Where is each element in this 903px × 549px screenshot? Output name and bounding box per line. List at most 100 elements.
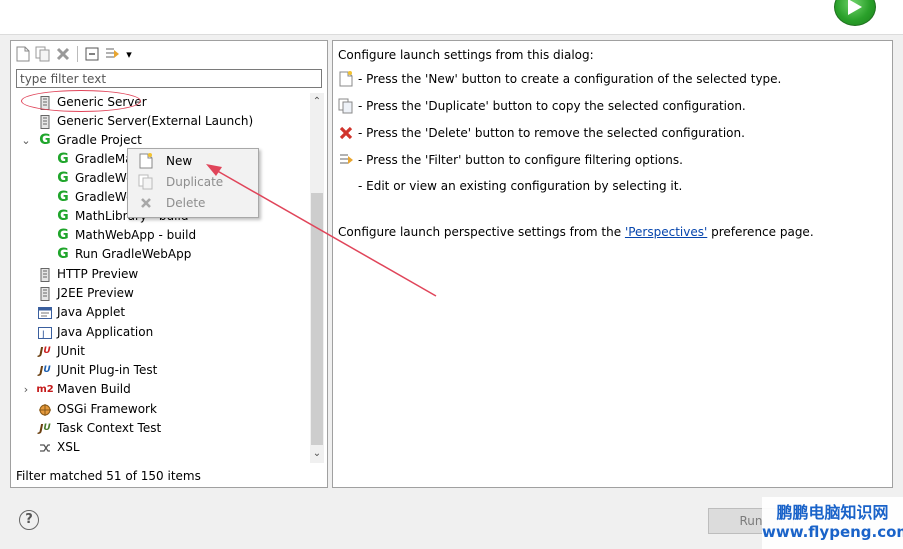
filter-icon[interactable]	[104, 46, 120, 62]
info-text: - Press the 'Delete' button to remove th…	[358, 126, 745, 140]
context-menu-duplicate[interactable]: Duplicate	[128, 172, 258, 192]
gradle-icon: G	[57, 227, 69, 243]
new-config-icon	[138, 153, 154, 169]
perspectives-prefix: Configure launch perspective settings fr…	[338, 225, 625, 239]
tree-item-label: JUnit	[57, 344, 85, 358]
new-config-icon[interactable]	[15, 46, 31, 62]
tree-item-label: HTTP Preview	[57, 267, 139, 281]
config-toolbar: ▾	[15, 44, 134, 64]
maven-icon: m2	[36, 384, 54, 395]
tree-item-junit[interactable]: JU JUnit	[37, 342, 85, 361]
tree-item-junit-plugin-test[interactable]: JU JUnit Plug-in Test	[37, 361, 157, 380]
info-text: - Press the 'Filter' button to configure…	[358, 153, 683, 167]
delete-config-icon[interactable]	[55, 46, 71, 62]
tree-item-java-application[interactable]: J Java Application	[37, 323, 153, 342]
gradle-icon: G	[57, 246, 69, 262]
context-menu-label: Duplicate	[166, 175, 224, 189]
info-intro: Configure launch settings from this dial…	[338, 48, 594, 62]
tree-item-label: OSGi Framework	[57, 402, 157, 416]
tree-item-osgi-framework[interactable]: OSGi Framework	[37, 400, 157, 419]
tree-item-java-applet[interactable]: Java Applet	[37, 303, 125, 322]
tree-item-label: MathWebApp - build	[75, 228, 197, 242]
tree-item-gradle-child[interactable]: G GradleWe	[55, 188, 133, 207]
xsl-icon	[37, 440, 53, 456]
gradle-icon: G	[57, 170, 69, 186]
duplicate-config-icon[interactable]	[35, 46, 51, 62]
tree-item-xsl[interactable]: XSL	[37, 438, 80, 457]
top-banner	[0, 0, 903, 35]
watermark-line2: www.flypeng.com	[762, 523, 903, 541]
watermark-line1: 鹏鹏电脑知识网	[776, 503, 889, 522]
expand-toggle-icon[interactable]: ⌄	[21, 131, 31, 150]
info-edit-line: - Edit or view an existing configuration…	[358, 179, 683, 193]
tree-item-gradle-child[interactable]: G GradleMa	[55, 150, 133, 169]
tree-item-label: Run GradleWebApp	[75, 247, 192, 261]
info-delete-line: - Press the 'Delete' button to remove th…	[338, 125, 745, 141]
filter-input[interactable]	[16, 69, 322, 88]
context-menu-label: New	[166, 154, 193, 168]
toolbar-separator	[77, 46, 78, 62]
java-app-icon: J	[37, 325, 53, 341]
tree-item-maven-build[interactable]: m2 Maven Build	[36, 380, 131, 399]
collapse-all-icon[interactable]	[84, 46, 100, 62]
site-watermark: 鹏鹏电脑知识网 www.flypeng.com	[762, 497, 903, 549]
scroll-down-icon[interactable]: ⌄	[310, 447, 324, 461]
tree-item-label: Generic Server(External Launch)	[57, 114, 254, 128]
scroll-thumb[interactable]	[311, 193, 323, 445]
info-new-line: - Press the 'New' button to create a con…	[338, 71, 781, 87]
server-icon	[37, 267, 53, 283]
tree-item-run-gradlewebapp[interactable]: G Run GradleWebApp	[55, 245, 191, 264]
filter-status: Filter matched 51 of 150 items	[16, 469, 201, 483]
info-filter-line: - Press the 'Filter' button to configure…	[338, 152, 683, 168]
server-icon	[37, 114, 53, 130]
info-text: - Press the 'Duplicate' button to copy t…	[358, 99, 746, 113]
delete-config-icon	[138, 195, 154, 211]
tree-item-label: GradleWe	[75, 190, 134, 204]
tree-item-label: Task Context Test	[57, 421, 162, 435]
svg-text:J: J	[41, 330, 45, 340]
tree-item-label: Maven Build	[57, 382, 131, 396]
launch-info-panel: Configure launch settings from this dial…	[332, 40, 893, 488]
tree-item-label: JUnit Plug-in Test	[57, 363, 158, 377]
tree-item-label: J2EE Preview	[57, 286, 134, 300]
gradle-icon: G	[39, 132, 51, 148]
tree-item-label: XSL	[57, 440, 80, 454]
tree-item-http-preview[interactable]: HTTP Preview	[37, 265, 138, 284]
junit-icon: JU	[39, 345, 51, 358]
osgi-icon	[37, 402, 53, 418]
java-applet-icon	[37, 305, 53, 321]
filter-icon	[338, 152, 354, 168]
perspectives-link[interactable]: 'Perspectives'	[625, 225, 707, 239]
tree-item-mathwebapp-build[interactable]: G MathWebApp - build	[55, 226, 196, 245]
gradle-icon: G	[57, 208, 69, 224]
expand-toggle-icon[interactable]: ›	[21, 380, 31, 399]
context-menu: New Duplicate Delete	[127, 148, 259, 218]
junit-icon: JU	[39, 422, 51, 435]
duplicate-config-icon	[138, 174, 154, 190]
tree-item-j2ee-preview[interactable]: J2EE Preview	[37, 284, 134, 303]
new-config-icon	[338, 71, 354, 87]
delete-config-icon	[338, 125, 354, 141]
gradle-icon: G	[57, 189, 69, 205]
annotation-oval	[21, 90, 141, 112]
tree-item-task-context-test[interactable]: JU Task Context Test	[37, 419, 161, 438]
help-button[interactable]: ?	[19, 510, 39, 530]
tree-item-label: GradleWe	[75, 171, 134, 185]
junit-plugin-icon: JU	[39, 364, 51, 377]
tree-item-label: Java Application	[57, 325, 154, 339]
tree-item-generic-server-external[interactable]: Generic Server(External Launch)	[37, 112, 253, 131]
perspectives-line: Configure launch perspective settings fr…	[338, 225, 814, 239]
launch-orb-icon	[834, 0, 876, 26]
context-menu-delete[interactable]: Delete	[128, 193, 258, 213]
dropdown-arrow-icon[interactable]: ▾	[124, 46, 134, 62]
duplicate-config-icon	[338, 98, 354, 114]
tree-item-gradle-child[interactable]: G GradleWe	[55, 169, 133, 188]
tree-scrollbar[interactable]: ⌃ ⌄	[310, 93, 324, 463]
tree-item-label: Java Applet	[57, 305, 126, 319]
context-menu-new[interactable]: New	[128, 151, 258, 171]
tree-item-label: GradleMa	[75, 152, 133, 166]
context-menu-label: Delete	[166, 196, 206, 210]
info-duplicate-line: - Press the 'Duplicate' button to copy t…	[338, 98, 746, 114]
gradle-icon: G	[57, 151, 69, 167]
scroll-up-icon[interactable]: ⌃	[310, 95, 324, 109]
